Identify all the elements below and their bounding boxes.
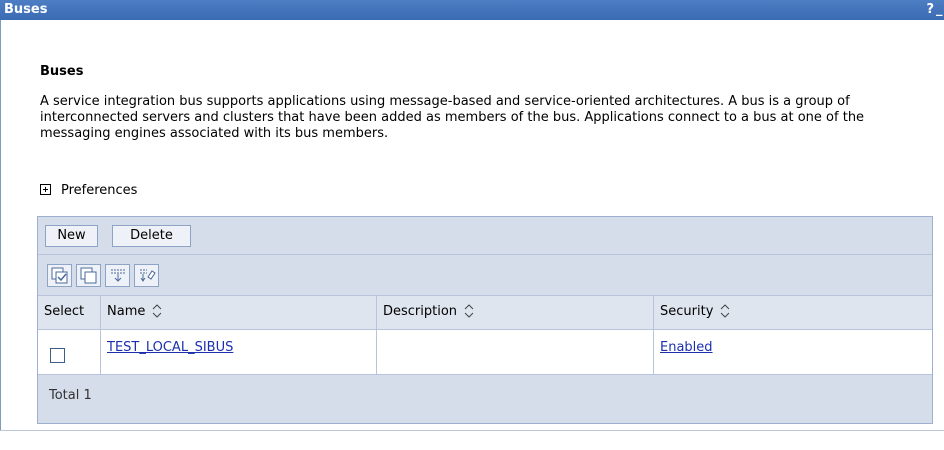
- name-cell: TEST_LOCAL_SIBUS: [101, 330, 377, 374]
- clear-filter-icon[interactable]: [134, 264, 159, 287]
- preferences-toggle[interactable]: Preferences: [40, 183, 137, 201]
- table-row: TEST_LOCAL_SIBUS Enabled: [38, 330, 932, 375]
- description-cell: [377, 330, 654, 374]
- delete-button[interactable]: Delete: [112, 225, 191, 247]
- table-header: Select Name Description Security: [38, 296, 932, 330]
- frame-divider: [0, 430, 944, 431]
- deselect-all-icon[interactable]: [76, 264, 101, 287]
- new-button[interactable]: New: [45, 225, 98, 247]
- column-header-name[interactable]: Name: [101, 296, 377, 329]
- expand-icon[interactable]: [40, 184, 51, 195]
- column-header-label[interactable]: Description: [383, 304, 457, 319]
- column-header-select: Select: [38, 296, 101, 329]
- row-select-checkbox[interactable]: [50, 348, 65, 363]
- page-title: Buses: [40, 64, 84, 79]
- sort-icon[interactable]: [719, 303, 731, 318]
- sort-icon[interactable]: [151, 303, 163, 318]
- column-header-label[interactable]: Security: [660, 304, 713, 319]
- title-bar: Buses ? _: [0, 0, 944, 20]
- frame-border: [0, 20, 1, 430]
- column-header-label[interactable]: Name: [107, 304, 145, 319]
- help-icon[interactable]: ?: [926, 2, 934, 17]
- minimize-icon[interactable]: _: [936, 2, 944, 17]
- sort-icon[interactable]: [463, 303, 475, 318]
- page-description: A service integration bus supports appli…: [40, 94, 865, 141]
- bus-name-link[interactable]: TEST_LOCAL_SIBUS: [107, 340, 233, 355]
- table-footer: Total 1: [38, 375, 932, 423]
- column-header-security[interactable]: Security: [654, 296, 932, 329]
- security-cell: Enabled: [654, 330, 932, 374]
- table-tool-bar: [38, 255, 932, 296]
- column-header-label: Select: [44, 304, 85, 319]
- show-filter-icon[interactable]: [105, 264, 130, 287]
- window-title: Buses: [4, 2, 48, 17]
- collection-panel: New Delete Select Name Description Secur…: [37, 216, 933, 424]
- total-count: Total 1: [49, 388, 92, 403]
- select-all-icon[interactable]: [47, 264, 72, 287]
- column-header-description[interactable]: Description: [377, 296, 654, 329]
- preferences-label[interactable]: Preferences: [61, 183, 137, 198]
- security-link[interactable]: Enabled: [660, 340, 713, 355]
- button-bar: New Delete: [38, 217, 932, 255]
- select-cell: [38, 330, 101, 374]
